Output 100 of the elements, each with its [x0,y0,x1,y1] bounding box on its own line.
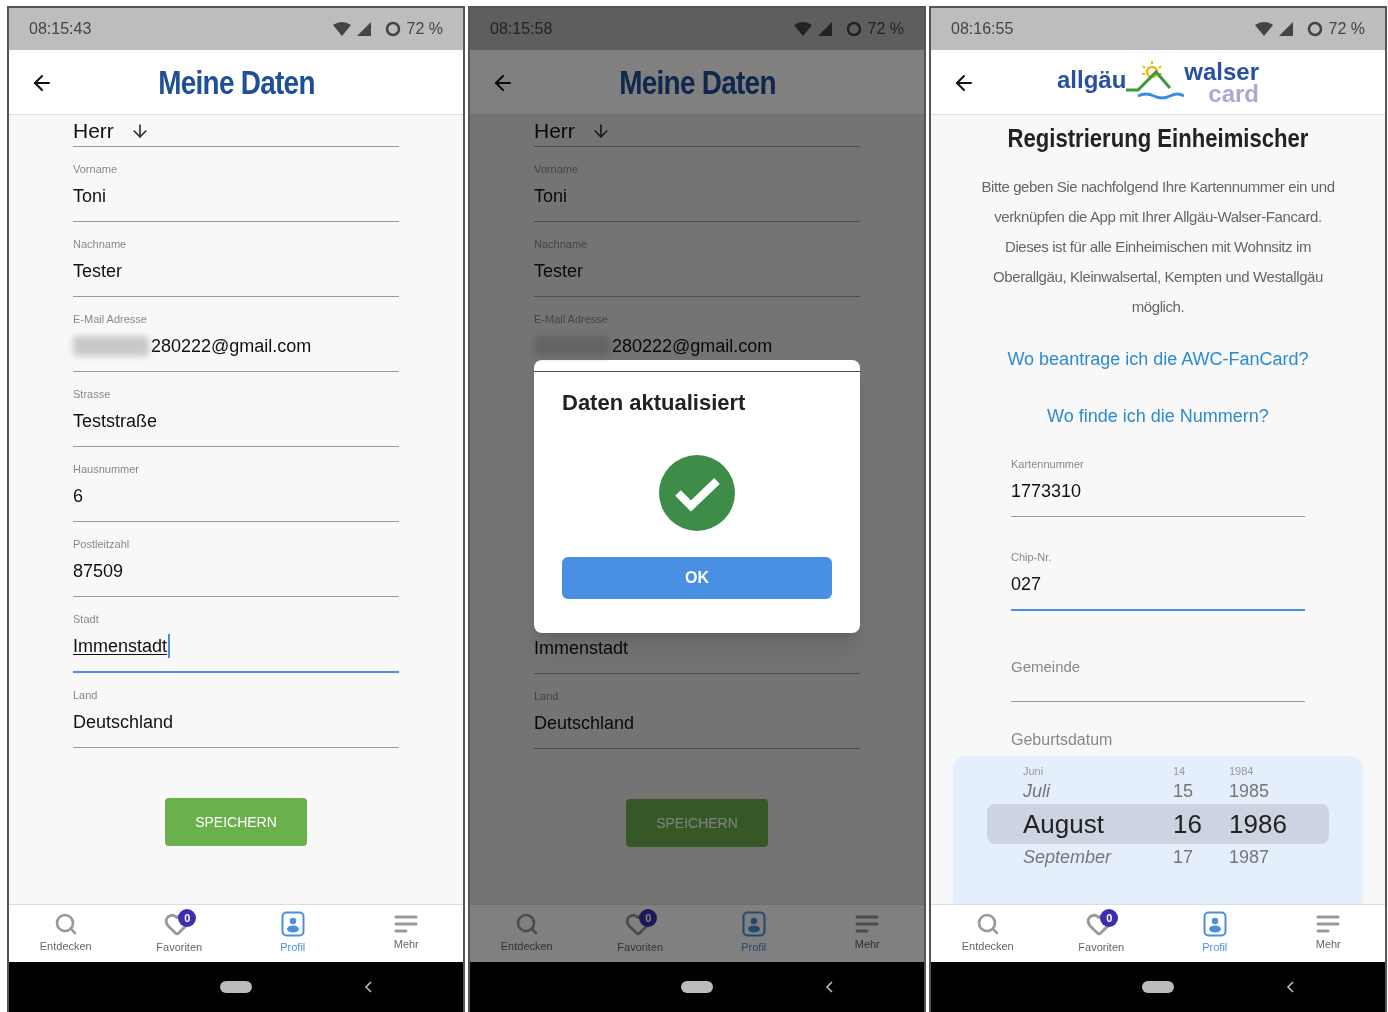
field-value: Deutschland [73,710,174,734]
text-field[interactable]: Nachname Tester [73,222,399,297]
nav-tab[interactable]: Mehr [349,905,463,962]
field-label: Strasse [73,388,111,400]
text-field[interactable]: Chip-Nr. 027 [1011,535,1305,611]
search-icon [53,912,78,937]
search-icon [975,912,1000,937]
nav-tab[interactable]: 0 Favoriten [1044,905,1158,962]
text-field[interactable]: Vorname Toni [73,147,399,222]
date-picker-row[interactable]: Juli 15 1985 [987,778,1329,804]
page-heading: Registrierung Einheimischer [1007,122,1309,155]
nav-tab[interactable]: Entdecken [931,905,1045,962]
nav-tab[interactable]: Entdecken [9,905,123,962]
wifi-icon [1254,22,1273,36]
date-picker-row[interactable]: September 17 1987 [987,844,1329,870]
nav-tab[interactable]: Profil [1158,905,1272,962]
home-pill[interactable] [220,981,252,993]
back-chevron-icon[interactable] [1286,981,1294,993]
menu-icon [394,914,419,935]
field-value: Tester [73,259,123,283]
profile-icon [741,911,766,938]
field-value: 280222@gmail.com [151,334,312,358]
birthdate-label: Geburtsdatum [1010,730,1114,750]
menu-icon [1316,914,1341,935]
nav-tab[interactable]: Profil [697,905,811,962]
text-field[interactable]: Hausnummer 6 [73,447,399,522]
battery-ring-icon [384,21,401,37]
field-value: 87509 [73,559,124,583]
field-value: 1773310 [1011,479,1082,503]
field-value: 6 [73,484,83,508]
text-field[interactable]: Land Deutschland [73,673,399,748]
field-label: Kartennummer [1011,458,1084,470]
sun-mountain-icon [1126,58,1185,100]
field-value: Toni [73,184,107,208]
text-field[interactable]: Strasse Teststraße [73,372,399,447]
field-label: Hausnummer [73,463,140,475]
nav-tab[interactable]: 0 Favoriten [583,905,697,962]
field-label: Land [73,689,98,701]
battery-ring-icon [845,21,862,37]
battery-percentage: 72 % [867,19,904,39]
nav-tab[interactable]: 0 Favoriten [122,905,236,962]
signal-icon [817,22,832,36]
field-label: Vorname [73,163,118,175]
field-label: Chip-Nr. [1011,551,1052,563]
profile-icon [280,911,305,938]
field-value: 280222@gmail.com [612,334,773,358]
status-time: 08:15:58 [490,19,553,39]
status-time: 08:15:43 [29,19,92,39]
nav-tab[interactable]: Mehr [810,905,924,962]
favorites-count-badge: 0 [639,909,658,928]
search-icon [514,912,539,937]
help-link[interactable]: Wo finde ich die Nummern? [1047,403,1269,430]
page-title: Meine Daten [157,61,315,103]
text-field[interactable]: Gemeinde [1011,629,1305,702]
logo-word: card [1208,82,1260,106]
date-picker[interactable]: Juni 14 1984 Juli 15 1985 August 16 1986 September 17 1987 [953,756,1363,904]
nav-tab[interactable]: Entdecken [470,905,584,962]
field-value: Teststraße [73,409,158,433]
logo-word: allgäu [1056,68,1127,92]
text-field[interactable]: Postleitzahl 87509 [73,522,399,597]
home-pill[interactable] [1142,981,1174,993]
ok-button[interactable]: OK [562,557,832,599]
nav-tab[interactable]: Profil [236,905,350,962]
save-button[interactable]: SPEICHERN [165,798,307,846]
salutation-select[interactable]: Herr [534,115,860,147]
field-label: Stadt [73,613,99,625]
home-pill[interactable] [681,981,713,993]
date-picker-row[interactable]: August 16 1986 [987,804,1329,844]
date-picker-row[interactable]: Juni 14 1984 [987,764,1329,778]
field-value: Tester [534,259,584,283]
help-link[interactable]: Wo beantrage ich die AWC-FanCard? [1007,346,1309,373]
field-value: Immenstadt [534,636,629,660]
wifi-icon [793,22,812,36]
salutation-select[interactable]: Herr [73,115,399,147]
field-label: Postleitzahl [73,538,130,550]
battery-percentage: 72 % [1328,19,1365,39]
back-chevron-icon[interactable] [364,981,372,993]
wifi-icon [332,22,351,36]
page-title: Meine Daten [618,61,776,103]
field-placeholder: Gemeinde [1011,657,1081,677]
back-chevron-icon[interactable] [825,981,833,993]
nav-tab[interactable]: Mehr [1271,905,1385,962]
field-value: Deutschland [534,711,635,735]
favorites-count-badge: 0 [1100,909,1119,928]
text-cursor [168,634,171,658]
success-check-icon [659,455,735,531]
logo-word: walser [1184,60,1260,84]
field-value: Toni [534,184,568,208]
text-field[interactable]: Stadt Immenstadt [73,597,399,673]
text-field[interactable]: E-Mail Adresse 280222@gmail.com [73,297,399,372]
status-time: 08:16:55 [951,19,1014,39]
field-label: E-Mail Adresse [73,313,147,325]
battery-percentage: 72 % [406,19,443,39]
favorites-count-badge: 0 [178,909,197,928]
dialog-title: Daten aktualisiert [562,389,746,417]
signal-icon [356,22,371,36]
text-field[interactable]: Immenstadt [534,635,860,674]
intro-paragraph: Bitte geben Sie nachfolgend Ihre Kartennummer ein und verknüpfen die App mit Ihrer Allgäu-Walser-Fancard. Dieses ist für alle Einheimischen mit Wohnsitz im Oberallgäu, Kleinwalsertal, Kempten und Westallgäu möglich. [980,177,1336,317]
menu-icon [855,914,880,935]
text-field[interactable]: Kartennummer 1773310 [1011,442,1305,517]
